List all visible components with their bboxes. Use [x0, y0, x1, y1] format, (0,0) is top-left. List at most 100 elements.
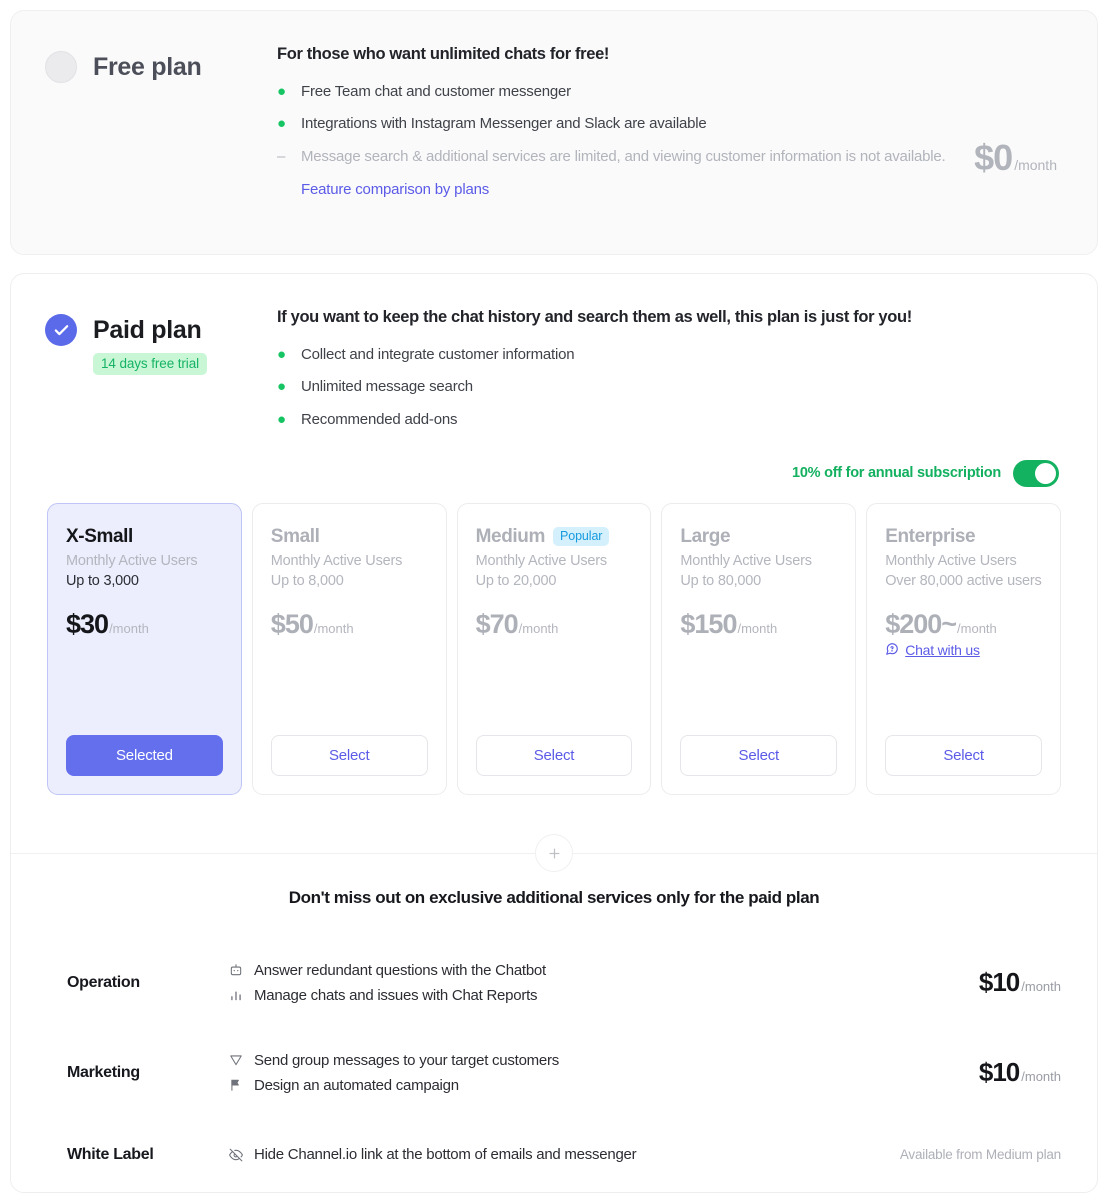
- free-plan-price: $0 /month: [974, 137, 1057, 179]
- list-item: Hide Channel.io link at the bottom of em…: [229, 1142, 871, 1167]
- addon-row-marketing: Marketing Send group messages to your ta…: [47, 1028, 1061, 1118]
- price-period: /month: [957, 621, 997, 636]
- price-period: /month: [519, 621, 559, 636]
- price-amount: $200~: [885, 609, 956, 640]
- price-period: /month: [314, 621, 354, 636]
- bullet-dash-icon: –: [277, 147, 301, 167]
- addon-availability-note: Available from Medium plan: [871, 1147, 1061, 1162]
- price-amount: $50: [271, 609, 313, 640]
- tier-card-enterprise[interactable]: Enterprise Monthly Active Users Over 80,…: [866, 503, 1061, 795]
- paid-plan-radio-checked-icon[interactable]: [45, 314, 77, 346]
- price-amount: $0: [974, 137, 1012, 179]
- free-plan-header: Free plan: [45, 45, 277, 254]
- tier-subtitle: Monthly Active Users: [271, 551, 428, 572]
- tier-select-button-enterprise[interactable]: Select: [885, 735, 1042, 776]
- addon-category: Marketing: [47, 1064, 229, 1082]
- bullet-dot-icon: ●: [277, 410, 301, 430]
- addon-item-text: Send group messages to your target custo…: [254, 1052, 559, 1069]
- addon-row-operation: Operation Answer redundant questions wit…: [47, 938, 1061, 1028]
- pricing-page: Free plan For those who want unlimited c…: [0, 0, 1108, 1171]
- price-amount: $30: [66, 609, 108, 640]
- send-icon: [229, 1053, 245, 1067]
- free-trial-badge: 14 days free trial: [93, 353, 207, 375]
- tier-subtitle: Monthly Active Users: [66, 551, 223, 572]
- list-item: ● Unlimited message search: [277, 377, 1067, 397]
- eye-off-icon: [229, 1148, 245, 1162]
- tier-card-medium[interactable]: Medium Popular Monthly Active Users Up t…: [457, 503, 652, 795]
- tier-grid: X-Small Monthly Active Users Up to 3,000…: [11, 487, 1097, 795]
- tier-capacity: Over 80,000 active users: [885, 571, 1042, 592]
- free-plan-feature-list: ● Free Team chat and customer messenger …: [277, 82, 1067, 167]
- list-item: Send group messages to your target custo…: [229, 1048, 871, 1073]
- addon-price: $10 /month: [871, 1057, 1061, 1088]
- free-plan-radio-icon[interactable]: [45, 51, 77, 83]
- tier-select-button-x-small[interactable]: Selected: [66, 735, 223, 776]
- toggle-knob: [1035, 463, 1056, 484]
- tier-subtitle: Monthly Active Users: [680, 551, 837, 572]
- tier-price: $70 /month: [476, 609, 633, 640]
- price-period: /month: [109, 621, 149, 636]
- addons-title: Don't miss out on exclusive additional s…: [47, 888, 1061, 908]
- tier-name: X-Small: [66, 526, 133, 548]
- free-plan-body: For those who want unlimited chats for f…: [277, 45, 1067, 254]
- feature-text: Unlimited message search: [301, 377, 473, 397]
- list-item: ● Free Team chat and customer messenger: [277, 82, 1067, 102]
- feature-text: Message search & additional services are…: [301, 147, 946, 167]
- tier-subtitle: Monthly Active Users: [885, 551, 1042, 572]
- tier-select-button-medium[interactable]: Select: [476, 735, 633, 776]
- paid-plan-title: Paid plan: [93, 316, 201, 345]
- addon-item-text: Manage chats and issues with Chat Report…: [254, 987, 537, 1004]
- paid-plan-card[interactable]: Paid plan 14 days free trial If you want…: [10, 273, 1098, 1193]
- bullet-dot-icon: ●: [277, 377, 301, 397]
- tier-subtitle: Monthly Active Users: [476, 551, 633, 572]
- plus-icon[interactable]: [535, 834, 573, 872]
- free-plan-title: Free plan: [93, 53, 201, 82]
- tier-card-large[interactable]: Large Monthly Active Users Up to 80,000 …: [661, 503, 856, 795]
- price-amount: $70: [476, 609, 518, 640]
- tier-card-small[interactable]: Small Monthly Active Users Up to 8,000 $…: [252, 503, 447, 795]
- paid-plan-tagline: If you want to keep the chat history and…: [277, 308, 1067, 327]
- feature-text: Free Team chat and customer messenger: [301, 82, 571, 102]
- chatbot-icon: [229, 963, 245, 977]
- annual-subscription-toggle-row[interactable]: 10% off for annual subscription: [11, 460, 1097, 487]
- free-plan-card[interactable]: Free plan For those who want unlimited c…: [10, 10, 1098, 255]
- flag-icon: [229, 1078, 245, 1092]
- price-period: /month: [1014, 157, 1057, 173]
- feature-comparison-link[interactable]: Feature comparison by plans: [301, 181, 489, 198]
- free-plan-tagline: For those who want unlimited chats for f…: [277, 45, 1067, 64]
- tier-card-x-small[interactable]: X-Small Monthly Active Users Up to 3,000…: [47, 503, 242, 795]
- tier-capacity: Up to 80,000: [680, 571, 837, 592]
- tier-name: Enterprise: [885, 526, 975, 548]
- bullet-dot-icon: ●: [277, 82, 301, 102]
- chat-with-us-link[interactable]: Chat with us: [885, 642, 1042, 659]
- price-period: /month: [1021, 1069, 1061, 1084]
- price-amount: $150: [680, 609, 736, 640]
- tier-capacity: Up to 20,000: [476, 571, 633, 592]
- popular-badge: Popular: [553, 527, 609, 546]
- feature-text: Collect and integrate customer informati…: [301, 345, 574, 365]
- paid-plan-feature-list: ● Collect and integrate customer informa…: [277, 345, 1067, 430]
- tier-select-button-small[interactable]: Select: [271, 735, 428, 776]
- list-item: ● Recommended add-ons: [277, 410, 1067, 430]
- price-amount: $10: [979, 1057, 1019, 1088]
- list-item: Design an automated campaign: [229, 1073, 871, 1098]
- addons-section: Don't miss out on exclusive additional s…: [11, 854, 1097, 1192]
- price-period: /month: [1021, 979, 1061, 994]
- tier-price: $150 /month: [680, 609, 837, 640]
- tier-capacity: Up to 3,000: [66, 571, 223, 592]
- tier-select-button-large[interactable]: Select: [680, 735, 837, 776]
- addon-row-white-label: White Label Hide Channel.io link at the …: [47, 1118, 1061, 1192]
- annual-subscription-toggle[interactable]: [1013, 460, 1059, 487]
- bar-chart-icon: [229, 988, 245, 1002]
- feature-text: Recommended add-ons: [301, 410, 457, 430]
- availability-note-text: Available from Medium plan: [900, 1147, 1061, 1162]
- tier-name: Small: [271, 526, 320, 548]
- annual-discount-label: 10% off for annual subscription: [792, 465, 1001, 481]
- list-item: Manage chats and issues with Chat Report…: [229, 983, 871, 1008]
- list-item: ● Integrations with Instagram Messenger …: [277, 114, 1067, 134]
- bullet-dot-icon: ●: [277, 114, 301, 134]
- tier-name: Large: [680, 526, 730, 548]
- bullet-dot-icon: ●: [277, 345, 301, 365]
- section-divider: [11, 853, 1097, 854]
- question-bubble-icon: [885, 642, 899, 659]
